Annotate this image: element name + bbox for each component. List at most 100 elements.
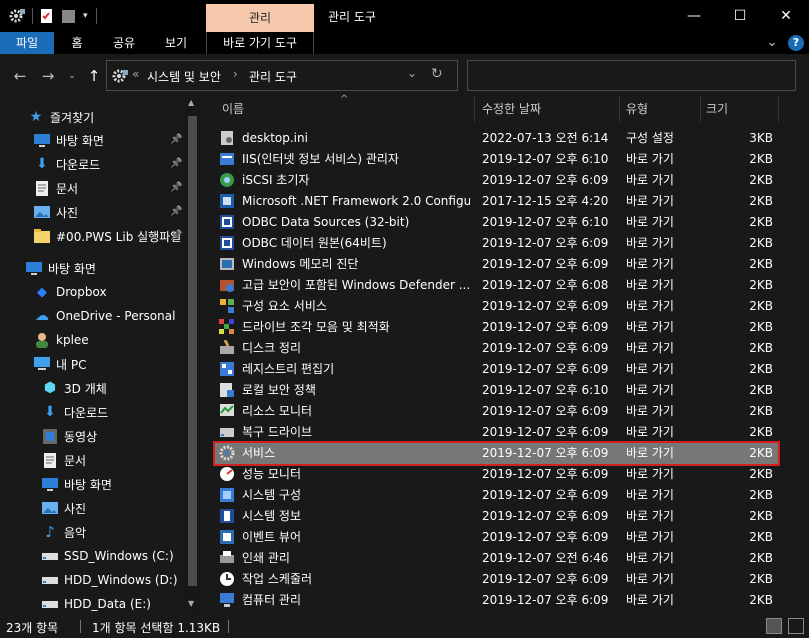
nav-item[interactable]: #00.PWS Lib 실행파일 [34,225,181,247]
file-name: ODBC Data Sources (32-bit) [242,215,410,229]
firewall-icon [219,277,235,293]
column-type[interactable]: 유형 [626,96,648,122]
nav-item[interactable]: HDD_Windows (D:) [42,569,178,591]
table-row[interactable]: 로컬 보안 정책 2019-12-07 오후 6:10 바로 가기 2KB [215,380,778,401]
table-row[interactable]: 레지스트리 편집기 2019-12-07 오후 6:09 바로 가기 2KB [215,359,778,380]
folder-new-icon[interactable] [61,7,77,25]
refresh-icon[interactable]: ↻ [431,66,443,82]
tab-home[interactable]: 홈 [62,32,92,54]
forward-arrow-icon[interactable]: → [38,66,58,86]
tab-file[interactable]: 파일 [0,32,54,54]
nav-item[interactable]: ☁ OneDrive - Personal [34,305,175,327]
nav-item[interactable]: ♪ 음악 [42,521,86,543]
table-row[interactable]: Windows 메모리 진단 2019-12-07 오후 6:09 바로 가기 2KB [215,254,778,275]
nav-label: Dropbox [56,285,107,299]
maximize-button[interactable]: ☐ [717,0,763,32]
scroll-down-icon[interactable]: ▼ [188,599,194,608]
file-name: 복구 드라이브 [242,425,313,439]
table-row[interactable]: desktop.ini 2022-07-13 오전 6:14 구성 설정 3KB [215,128,778,149]
large-icons-view-icon[interactable] [788,618,804,634]
qa-dropdown-icon[interactable]: ▾ [83,11,88,21]
table-row[interactable]: iSCSI 초기자 2019-12-07 오후 6:09 바로 가기 2KB [215,170,778,191]
table-row[interactable]: 컴퓨터 관리 2019-12-07 오후 6:09 바로 가기 2KB [215,590,778,611]
table-row[interactable]: IIS(인터넷 정보 서비스) 관리자 2019-12-07 오후 6:10 바로 … [215,149,778,170]
breadcrumb-system-security[interactable]: 시스템 및 보안 [147,68,221,85]
nav-item[interactable]: ◆ Dropbox [34,281,107,303]
checklist-icon[interactable] [39,7,55,25]
nav-item[interactable]: 동영상 [42,425,97,447]
nav-item[interactable]: ⬢ 3D 개체 [42,377,107,399]
table-row[interactable]: 인쇄 관리 2019-12-07 오전 6:46 바로 가기 2KB [215,548,778,569]
table-row[interactable]: 이벤트 뷰어 2019-12-07 오후 6:09 바로 가기 2KB [215,527,778,548]
ribbon-expand-button[interactable]: ⌄ [764,32,780,54]
pin-icon[interactable]: 📌 [170,230,182,241]
tab-shortcut-tools[interactable]: 바로 가기 도구 [207,32,313,54]
table-row[interactable]: 시스템 정보 2019-12-07 오후 6:09 바로 가기 2KB [215,506,778,527]
nav-item[interactable]: 내 PC [34,353,86,375]
column-name[interactable]: 이름 [222,96,244,122]
file-type: 바로 가기 [626,362,674,376]
pin-icon[interactable]: 📌 [170,158,182,169]
download-icon: ⬇ [36,156,48,172]
nav-item[interactable]: 문서 [42,449,86,471]
table-row[interactable]: 고급 보안이 포함된 Windows Defender ... 2019-12-0… [215,275,778,296]
properties-gear-icon[interactable] [8,7,26,25]
help-button[interactable]: ? [788,35,804,51]
table-row[interactable]: ODBC Data Sources (32-bit) 2019-12-07 오후 … [215,212,778,233]
nav-item[interactable]: ⬇ 다운로드 [34,153,100,175]
nav-quick-access[interactable]: ★ 즐겨찾기 [28,106,94,128]
document-icon [42,452,58,468]
nav-item[interactable]: SSD_Windows (C:) [42,545,174,567]
nav-item[interactable]: 바탕 화면 [34,129,104,151]
nav-scrollbar-thumb[interactable] [188,116,197,586]
back-arrow-icon[interactable]: ← [10,66,30,86]
table-row[interactable]: 드라이브 조각 모음 및 최적화 2019-12-07 오후 6:09 바로 가기 2… [215,317,778,338]
pin-icon[interactable]: 📌 [170,182,182,193]
details-view-icon[interactable] [766,618,782,634]
file-name: iSCSI 초기자 [242,173,310,187]
column-size[interactable]: 크기 [706,96,728,122]
up-arrow-icon[interactable]: ↑ [84,66,104,86]
table-row[interactable]: 작업 스케줄러 2019-12-07 오후 6:09 바로 가기 2KB [215,569,778,590]
pin-icon[interactable]: 📌 [170,134,182,145]
address-bar[interactable]: « 시스템 및 보안 › 관리 도구 ⌄ ↻ [106,60,458,91]
table-row[interactable]: 성능 모니터 2019-12-07 오후 6:09 바로 가기 2KB [215,464,778,485]
address-dropdown-icon[interactable]: ⌄ [407,66,417,80]
table-row[interactable]: 디스크 정리 2019-12-07 오후 6:09 바로 가기 2KB [215,338,778,359]
column-divider [700,96,701,122]
table-row[interactable]: 리소스 모니터 2019-12-07 오후 6:09 바로 가기 2KB [215,401,778,422]
column-date[interactable]: 수정한 날짜 [482,96,541,122]
nav-label: 사진 [56,205,79,220]
nav-item[interactable]: 사진 [34,201,78,223]
print-icon [219,550,235,566]
tab-view[interactable]: 보기 [158,32,194,54]
pin-icon[interactable]: 📌 [170,206,182,217]
table-row[interactable]: 복구 드라이브 2019-12-07 오후 6:09 바로 가기 2KB [215,422,778,443]
table-row[interactable]: 구성 요소 서비스 2019-12-07 오후 6:09 바로 가기 2KB [215,296,778,317]
minimize-button[interactable]: — [671,0,717,32]
nav-label: 3D 개체 [64,381,107,396]
file-name: 인쇄 관리 [242,551,290,565]
scroll-up-icon[interactable]: ▲ [188,98,194,107]
nav-item[interactable]: HDD_Data (E:) [42,593,151,614]
table-row[interactable]: 시스템 구성 2019-12-07 오후 6:09 바로 가기 2KB [215,485,778,506]
table-row[interactable]: Microsoft .NET Framework 2.0 Configur...… [215,191,778,212]
overflow-chevron-icon[interactable]: « [132,67,139,81]
tab-share[interactable]: 공유 [106,32,142,54]
close-button[interactable]: ✕ [763,0,809,32]
file-type: 바로 가기 [626,236,674,250]
nav-item[interactable]: 문서 [34,177,78,199]
nav-item[interactable]: 바탕 화면 [26,257,96,279]
table-row[interactable]: ODBC 데이터 원본(64비트) 2019-12-07 오후 6:09 바로 가기… [215,233,778,254]
contextual-tab-manage[interactable]: 관리 [206,4,314,32]
nav-item[interactable]: kplee [34,329,89,351]
nav-item[interactable]: 바탕 화면 [42,473,112,495]
search-input[interactable] [467,60,796,91]
nav-scrollbar[interactable]: ▲ ▼ [185,96,200,614]
breadcrumb-admin-tools[interactable]: 관리 도구 [249,68,297,85]
recent-locations-icon[interactable]: ⌄ [62,66,82,86]
nav-item[interactable]: ⬇ 다운로드 [42,401,108,423]
table-row-selected[interactable]: 서비스 2019-12-07 오후 6:09 바로 가기 2KB [213,441,780,466]
breadcrumb-separator-icon[interactable]: › [233,67,238,81]
nav-item[interactable]: 사진 [42,497,86,519]
